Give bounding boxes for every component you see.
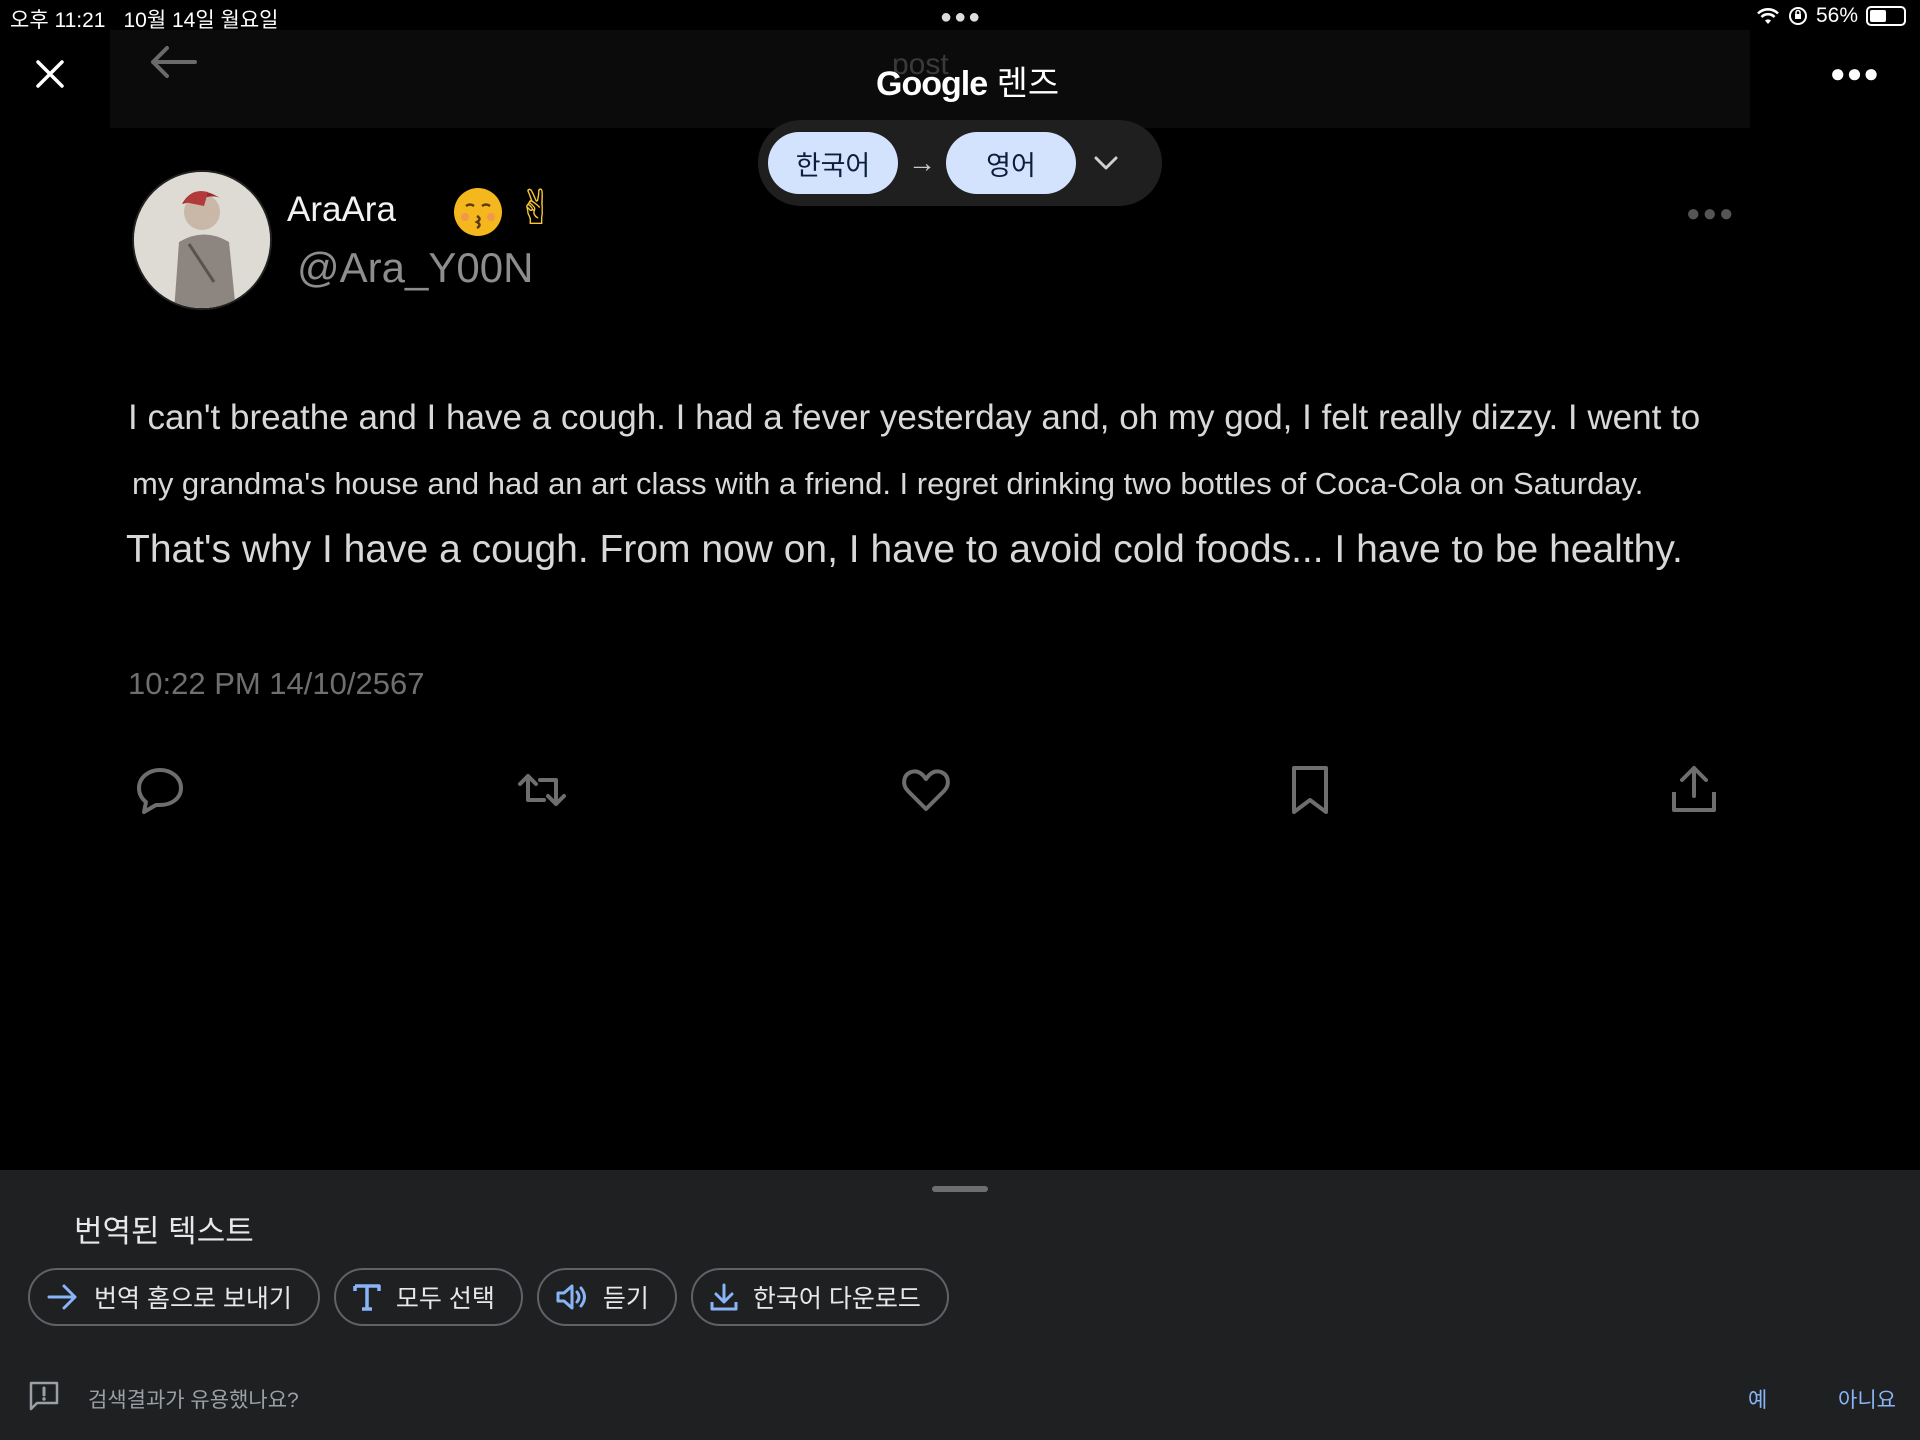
arrow-right-icon	[47, 1284, 77, 1310]
sheet-title: 번역된 텍스트	[74, 1214, 254, 1249]
status-time: 오후 11:21	[10, 9, 106, 32]
display-name: AraAra	[287, 190, 396, 229]
avatar[interactable]	[132, 170, 272, 310]
multitask-dots-icon[interactable]: ●●●	[940, 6, 982, 29]
battery-percent: 56%	[1815, 4, 1858, 27]
target-language-button[interactable]: 영어	[946, 132, 1076, 194]
tweet-timestamp: 10:22 PM 14/10/2567	[128, 666, 425, 701]
close-icon[interactable]	[30, 54, 70, 94]
chip-label: 한국어 다운로드	[752, 1285, 921, 1313]
language-selector: 한국어 → 영어	[758, 120, 1162, 206]
action-chips: 번역 홈으로 보내기 모두 선택 듣기 한국어 다운로드	[28, 1268, 949, 1326]
battery-level	[1870, 10, 1887, 22]
user-handle: @Ara_Y00N	[297, 244, 534, 291]
translated-text-line[interactable]: I can't breathe and I have a cough. I ha…	[128, 398, 1700, 438]
like-heart-icon[interactable]	[898, 762, 954, 818]
translated-text-line[interactable]: my grandma's house and had an art class …	[132, 466, 1643, 502]
status-bar-right: 56%	[1756, 4, 1906, 28]
chip-label: 번역 홈으로 보내기	[94, 1285, 292, 1313]
share-icon[interactable]	[1666, 762, 1722, 818]
more-options-icon[interactable]: ●●●	[1830, 58, 1880, 89]
source-language-button[interactable]: 한국어	[768, 132, 898, 194]
retweet-icon[interactable]	[514, 762, 570, 818]
text-select-icon	[353, 1284, 381, 1311]
avatar-illustration	[134, 172, 270, 308]
kissing-face-emoji-icon	[454, 188, 502, 236]
google-lens-title: Google 렌즈	[876, 56, 1059, 105]
feedback-icon	[29, 1381, 59, 1411]
lens-label: 렌즈	[996, 65, 1060, 103]
download-korean-button[interactable]: 한국어 다운로드	[690, 1268, 949, 1326]
select-all-button[interactable]: 모두 선택	[333, 1268, 523, 1326]
feedback-question: 검색결과가 유용했나요?	[88, 1389, 299, 1412]
tweet-more-icon[interactable]: ●●●	[1686, 200, 1736, 228]
language-arrow-icon: →	[908, 147, 936, 178]
language-dropdown-button[interactable]	[1076, 155, 1136, 171]
reply-icon[interactable]	[132, 762, 188, 818]
send-to-translate-button[interactable]: 번역 홈으로 보내기	[28, 1268, 320, 1326]
google-logo-text: Google	[876, 65, 988, 103]
translated-text-line[interactable]: That's why I have a cough. From now on, …	[126, 528, 1683, 572]
back-arrow-icon[interactable]	[145, 42, 201, 82]
feedback-yes-button[interactable]: 예	[1748, 1384, 1767, 1414]
chip-label: 모두 선택	[395, 1285, 495, 1313]
speaker-icon	[556, 1284, 586, 1310]
wifi-icon	[1757, 8, 1779, 24]
victory-hand-emoji-icon: ✌	[516, 182, 557, 235]
orientation-lock-icon	[1788, 7, 1807, 25]
battery-icon	[1866, 6, 1906, 26]
bookmark-icon[interactable]	[1282, 762, 1338, 818]
download-icon	[710, 1283, 738, 1311]
chevron-down-icon	[1094, 156, 1118, 170]
chip-label: 듣기	[602, 1285, 649, 1313]
feedback-no-button[interactable]: 아니요	[1838, 1384, 1896, 1414]
listen-button[interactable]: 듣기	[536, 1268, 677, 1326]
sheet-drag-handle[interactable]	[932, 1186, 988, 1192]
